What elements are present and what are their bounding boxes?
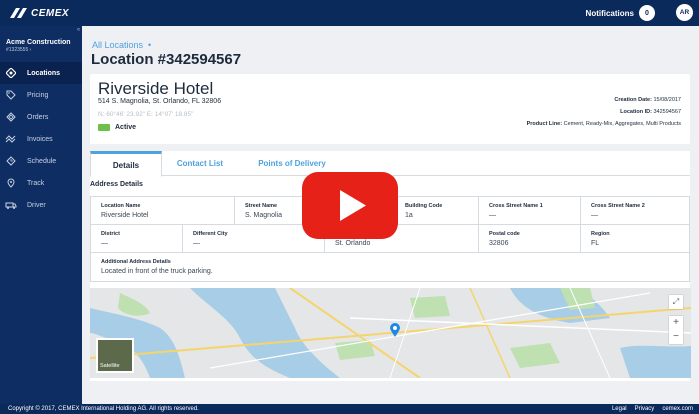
track-icon (0, 178, 22, 188)
schedule-icon (0, 156, 22, 166)
fullscreen-icon[interactable]: ⤢ (669, 295, 683, 309)
field-additional-details: Additional Address Details Located in fr… (91, 253, 689, 281)
field-label: Additional Address Details (101, 259, 171, 265)
sidebar-item-orders[interactable]: Orders (0, 106, 82, 128)
field-value: — (489, 212, 496, 219)
sidebar-item-label: Driver (27, 201, 46, 209)
field-label: Building Code (405, 203, 443, 209)
driver-icon (0, 200, 22, 210)
zoom-out-button[interactable]: − (669, 330, 683, 344)
field-location-name: Location Name Riverside Hotel (91, 197, 235, 224)
notifications-count-badge[interactable]: 0 (639, 5, 655, 21)
sidebar-item-invoices[interactable]: Invoices (0, 128, 82, 150)
account-id: #1323555 › (6, 47, 32, 53)
footer-link-cemex[interactable]: cemex.com (662, 406, 693, 412)
sidebar: « Acme Construction #1323555 › Locations… (0, 26, 82, 404)
breadcrumb: All Locations • (92, 40, 151, 50)
satellite-label: Satellite (100, 363, 120, 369)
field-cross-street-2: Cross Street Name 2 — (581, 197, 689, 224)
pricing-icon (0, 90, 22, 100)
location-id-label: Location ID: (620, 109, 652, 115)
sidebar-item-locations[interactable]: Locations (0, 62, 82, 84)
page-title: Location #342594567 (91, 51, 242, 68)
location-map[interactable]: Satellite ⤢ + − (90, 288, 691, 378)
zoom-control: + − (669, 316, 683, 344)
satellite-toggle[interactable]: Satellite (96, 338, 134, 373)
address-row: Additional Address Details Located in fr… (91, 253, 689, 281)
status-indicator (98, 124, 110, 131)
location-name: Riverside Hotel (98, 79, 214, 98)
sidebar-item-driver[interactable]: Driver (0, 194, 82, 216)
field-value: — (101, 240, 108, 247)
product-line-label: Product Line: (526, 121, 563, 127)
field-label: Location Name (101, 203, 141, 209)
location-summary-card: Riverside Hotel 514 S. Magnolia, St. Orl… (90, 74, 690, 144)
location-coordinates: N: 60°46' 23.92" E: 14°07' 18.85" (98, 111, 194, 118)
footer-links: Legal Privacy cemex.com (612, 406, 693, 412)
sidebar-item-pricing[interactable]: Pricing (0, 84, 82, 106)
map-pin-icon[interactable] (390, 323, 400, 337)
locations-icon (0, 68, 22, 78)
footer-link-legal[interactable]: Legal (612, 406, 627, 412)
collapse-sidebar-icon[interactable]: « (75, 26, 82, 35)
top-bar: CEMEX Notifications 0 AR (0, 0, 699, 26)
location-address: 514 S. Magnolia, St. Orlando, FL 32806 (98, 98, 222, 105)
footer: Copyright © 2017, CEMEX International Ho… (0, 404, 699, 414)
sidebar-item-track[interactable]: Track (0, 172, 82, 194)
field-label: Postal code (489, 231, 520, 237)
field-region: Region FL (581, 225, 689, 252)
user-avatar[interactable]: AR (676, 4, 693, 21)
sidebar-item-schedule[interactable]: Schedule (0, 150, 82, 172)
breadcrumb-separator: • (148, 40, 152, 50)
field-value: — (591, 212, 598, 219)
invoices-icon (0, 134, 22, 144)
field-value: FL (591, 240, 600, 247)
field-value: 1a (405, 212, 413, 219)
field-value: — (193, 240, 200, 247)
orders-icon (0, 112, 22, 122)
account-name: Acme Construction (6, 39, 71, 46)
footer-link-privacy[interactable]: Privacy (635, 406, 655, 412)
field-value: St. Orlando (335, 240, 371, 247)
field-value: Located in front of the truck parking. (101, 268, 213, 275)
field-label: District (101, 231, 120, 237)
copyright-text: Copyright © 2017, CEMEX International Ho… (8, 406, 199, 412)
address-details-title: Address Details (90, 181, 143, 188)
tab-details[interactable]: Details (90, 151, 162, 177)
sidebar-item-label: Invoices (27, 135, 53, 143)
field-label: Cross Street Name 1 (489, 203, 543, 209)
breadcrumb-all-locations-link[interactable]: All Locations (92, 40, 143, 50)
creation-date-label: Creation Date: (614, 97, 652, 103)
field-label: Region (591, 231, 610, 237)
location-id: 342594567 (653, 109, 681, 115)
tab-contact-list[interactable]: Contact List (170, 151, 230, 176)
field-value: 32806 (489, 240, 509, 247)
field-cross-street-1: Cross Street Name 1 — (479, 197, 581, 224)
cemex-logo[interactable]: CEMEX (8, 6, 72, 20)
creation-date: 15/08/2017 (653, 97, 681, 103)
cemex-logo-icon (10, 8, 27, 18)
sidebar-nav: Locations Pricing Orders Invoices Schedu… (0, 62, 82, 216)
field-label: Cross Street Name 2 (591, 203, 645, 209)
zoom-in-button[interactable]: + (669, 316, 683, 330)
location-meta: Creation Date: 15/08/2017 Location ID: 3… (527, 94, 681, 130)
product-line: Cement, Ready-Mix, Aggregates, Multi Pro… (563, 121, 681, 127)
sidebar-item-label: Track (27, 179, 45, 187)
sidebar-item-label: Orders (27, 113, 49, 121)
sidebar-item-label: Pricing (27, 91, 49, 99)
sidebar-item-label: Schedule (27, 157, 57, 165)
field-value: Riverside Hotel (101, 212, 149, 219)
notifications[interactable]: Notifications 0 (586, 5, 655, 21)
notifications-label: Notifications (585, 8, 634, 18)
brand-name: CEMEX (31, 7, 70, 19)
status-badge: Active (98, 124, 136, 131)
field-building-code: Building Code 1a (395, 197, 479, 224)
field-label: Different City (193, 231, 228, 237)
video-play-icon[interactable] (302, 172, 398, 239)
field-postal-code: Postal code 32806 (479, 225, 581, 252)
status-text: Active (115, 124, 137, 131)
account-switcher[interactable]: Acme Construction #1323555 › (6, 39, 71, 53)
field-district: District — (91, 225, 183, 252)
sidebar-item-label: Locations (27, 69, 61, 77)
